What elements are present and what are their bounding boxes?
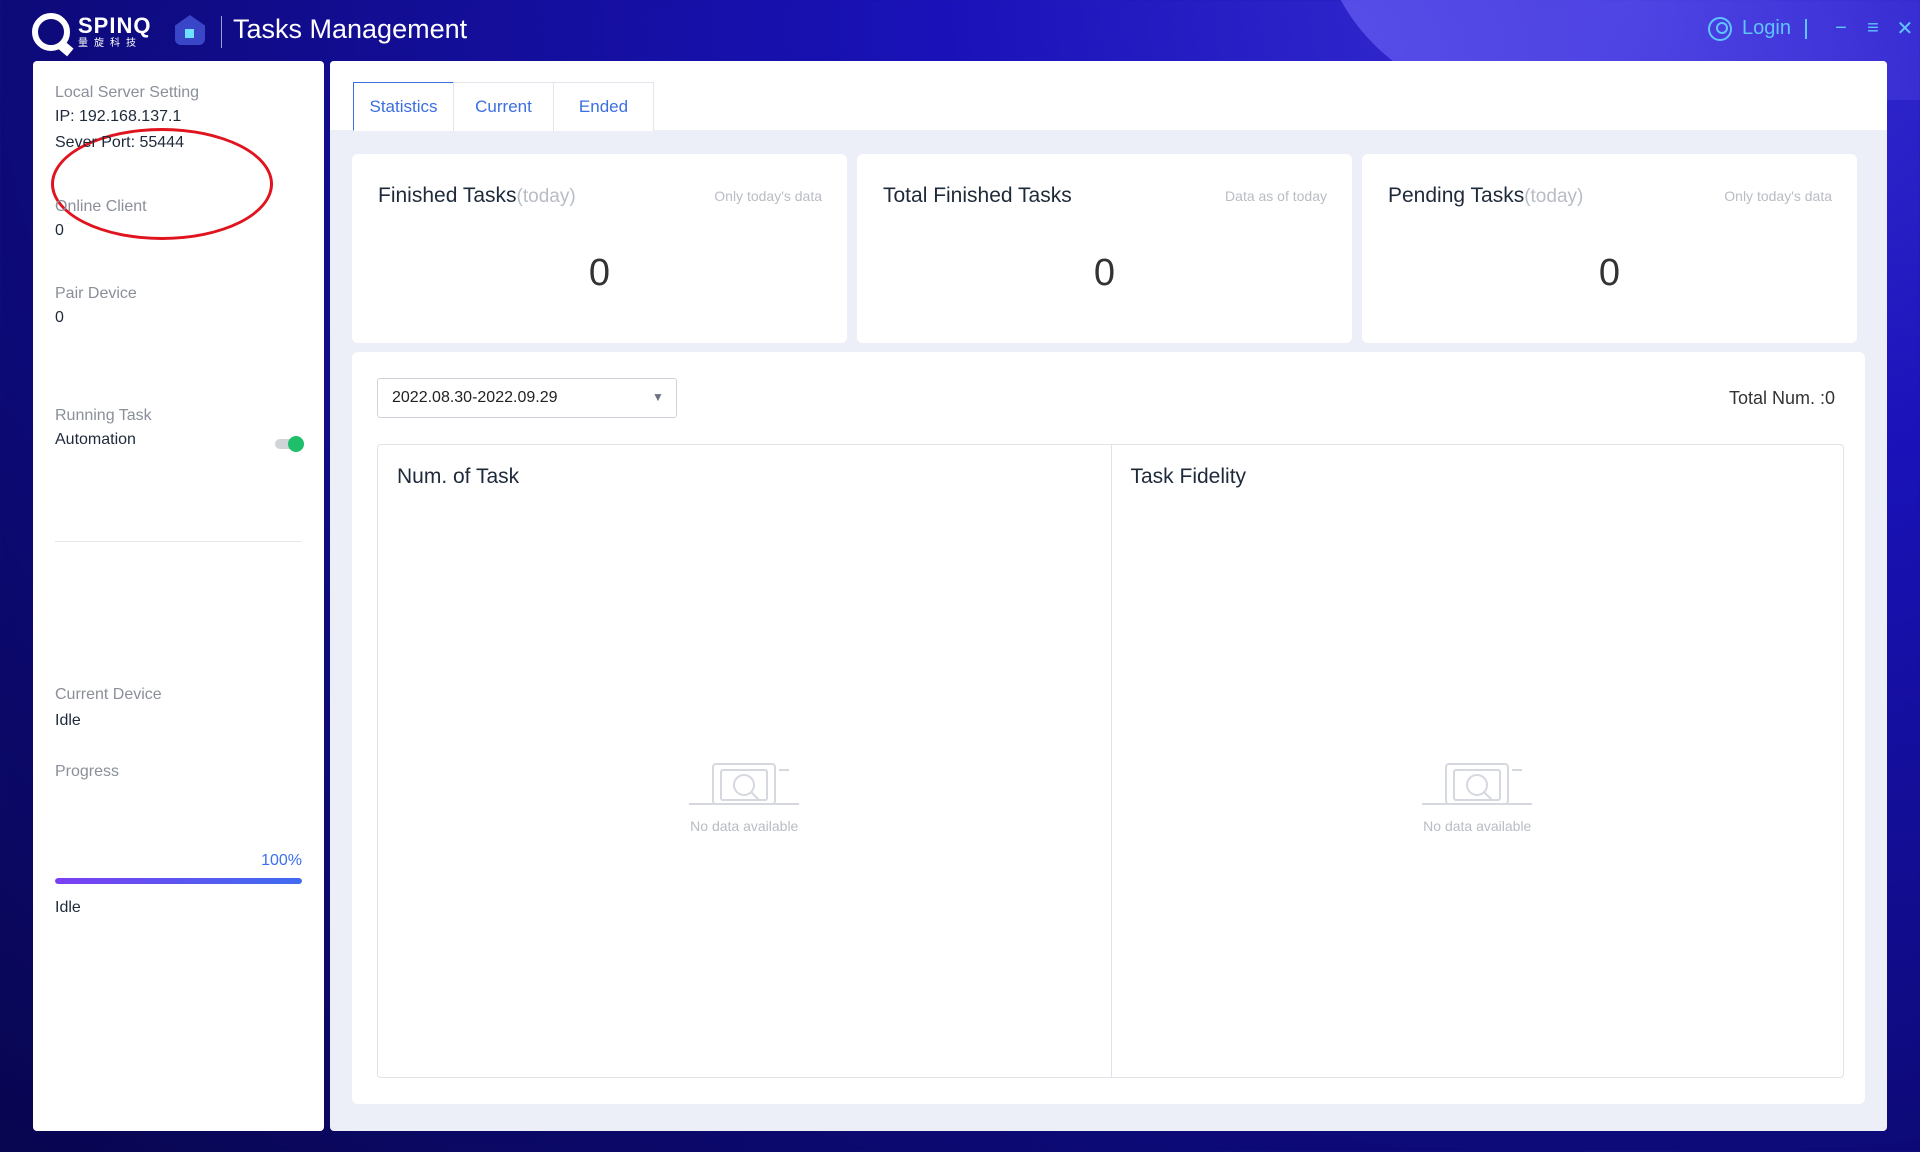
online-client-label: Online Client	[55, 198, 147, 215]
task-fidelity-chart: Task Fidelity No data available	[1110, 445, 1844, 1077]
card-value: 0	[1598, 252, 1621, 294]
current-device-value: Idle	[55, 712, 81, 729]
no-data-icon	[689, 763, 800, 805]
progress-status: Idle	[55, 899, 81, 916]
automation-toggle-knob[interactable]	[288, 436, 304, 452]
card-note: Only today's data	[1724, 188, 1832, 204]
card-note: Data as of today	[1225, 188, 1327, 204]
sidebar-divider	[55, 541, 301, 542]
num-of-task-chart: Num. of Task No data available	[378, 445, 1111, 1077]
app-title: Tasks Management	[233, 14, 468, 44]
title-bar: SPINQ 量旋科技 Tasks Management Login − ≡ ✕	[0, 0, 1920, 100]
progress-bar	[55, 878, 302, 884]
statistics-panel: 2022.08.30-2022.09.29 ▼ Total Num. :0 Nu…	[352, 352, 1865, 1104]
progress-label-block: Progress	[55, 763, 119, 781]
tab-ended[interactable]: Ended	[553, 82, 654, 131]
progress-status-block: Idle	[55, 899, 81, 917]
progress-percent: 100%	[261, 852, 302, 869]
current-device-label: Current Device	[55, 686, 162, 703]
card-title-suffix: (today)	[1524, 186, 1584, 207]
finished-tasks-card: Finished Tasks(today) Only today's data …	[352, 154, 847, 343]
title-divider	[221, 16, 222, 48]
main-content: Statistics Current Ended Finished Tasks(…	[330, 61, 1887, 1131]
card-title-suffix: (today)	[516, 186, 576, 207]
card-value: 0	[588, 252, 611, 294]
pair-device: Pair Device 0	[55, 285, 137, 327]
no-data-icon	[1422, 763, 1533, 805]
server-setting-label: Local Server Setting	[55, 84, 200, 101]
online-client: Online Client 0	[55, 198, 147, 240]
login-area: Login − ≡ ✕	[1708, 16, 1920, 41]
total-num: Total Num. :0	[1728, 388, 1835, 408]
tab-statistics[interactable]: Statistics	[353, 82, 454, 131]
date-range-select[interactable]: 2022.08.30-2022.09.29 ▼	[377, 378, 677, 418]
logo-text: SPINQ	[78, 13, 152, 38]
spinq-logo: SPINQ 量旋科技	[32, 13, 151, 51]
card-value: 0	[1093, 252, 1116, 294]
running-task-value: Automation	[55, 431, 136, 448]
server-setting: Local Server Setting IP: 192.168.137.1 S…	[55, 84, 199, 152]
chevron-down-icon: ▼	[652, 390, 664, 404]
empty-text: No data available	[1423, 818, 1532, 834]
card-note: Only today's data	[714, 188, 822, 204]
charts-container: Num. of Task No data available Task Fide…	[377, 444, 1844, 1078]
pair-device-value: 0	[55, 309, 64, 326]
ip-text: IP: 192.168.137.1	[55, 108, 182, 125]
logo-mark	[32, 13, 70, 51]
card-title-text: Pending Tasks	[1388, 184, 1525, 207]
tabs-bar: Statistics Current Ended	[330, 61, 1887, 131]
card-title-text: Finished Tasks	[378, 184, 517, 207]
logo-subtext: 量旋科技	[78, 38, 142, 49]
running-task: Running Task Automation	[55, 407, 152, 449]
home-app-icon[interactable]	[175, 15, 205, 45]
pending-tasks-card: Pending Tasks(today) Only today's data 0	[1362, 154, 1857, 343]
empty-state: No data available	[378, 760, 1111, 834]
minimize-icon[interactable]: −	[1825, 17, 1857, 40]
user-icon[interactable]	[1708, 16, 1732, 41]
close-icon[interactable]: ✕	[1889, 16, 1920, 41]
sidebar: Local Server Setting IP: 192.168.137.1 S…	[33, 61, 324, 1131]
login-separator	[1804, 18, 1807, 39]
online-client-value: 0	[55, 222, 64, 239]
card-title-text: Total Finished Tasks	[883, 184, 1072, 207]
card-title: Pending Tasks(today)	[1388, 184, 1583, 208]
login-link[interactable]: Login	[1742, 17, 1791, 40]
menu-icon[interactable]: ≡	[1857, 17, 1889, 40]
tab-current[interactable]: Current	[453, 82, 554, 131]
progress-label: Progress	[55, 763, 120, 780]
progress-fill	[55, 878, 302, 884]
date-range-value: 2022.08.30-2022.09.29	[392, 389, 558, 406]
running-task-label: Running Task	[55, 407, 152, 424]
card-title: Finished Tasks(today)	[378, 184, 576, 208]
card-title: Total Finished Tasks	[883, 184, 1072, 208]
total-finished-tasks-card: Total Finished Tasks Data as of today 0	[857, 154, 1352, 343]
empty-text: No data available	[690, 818, 799, 834]
chart-title: Num. of Task	[397, 465, 520, 488]
port-text: Sever Port: 55444	[55, 134, 184, 151]
pair-device-label: Pair Device	[55, 285, 137, 302]
current-device: Current Device Idle	[55, 686, 162, 730]
empty-state: No data available	[1112, 760, 1844, 834]
chart-title: Task Fidelity	[1130, 465, 1247, 488]
